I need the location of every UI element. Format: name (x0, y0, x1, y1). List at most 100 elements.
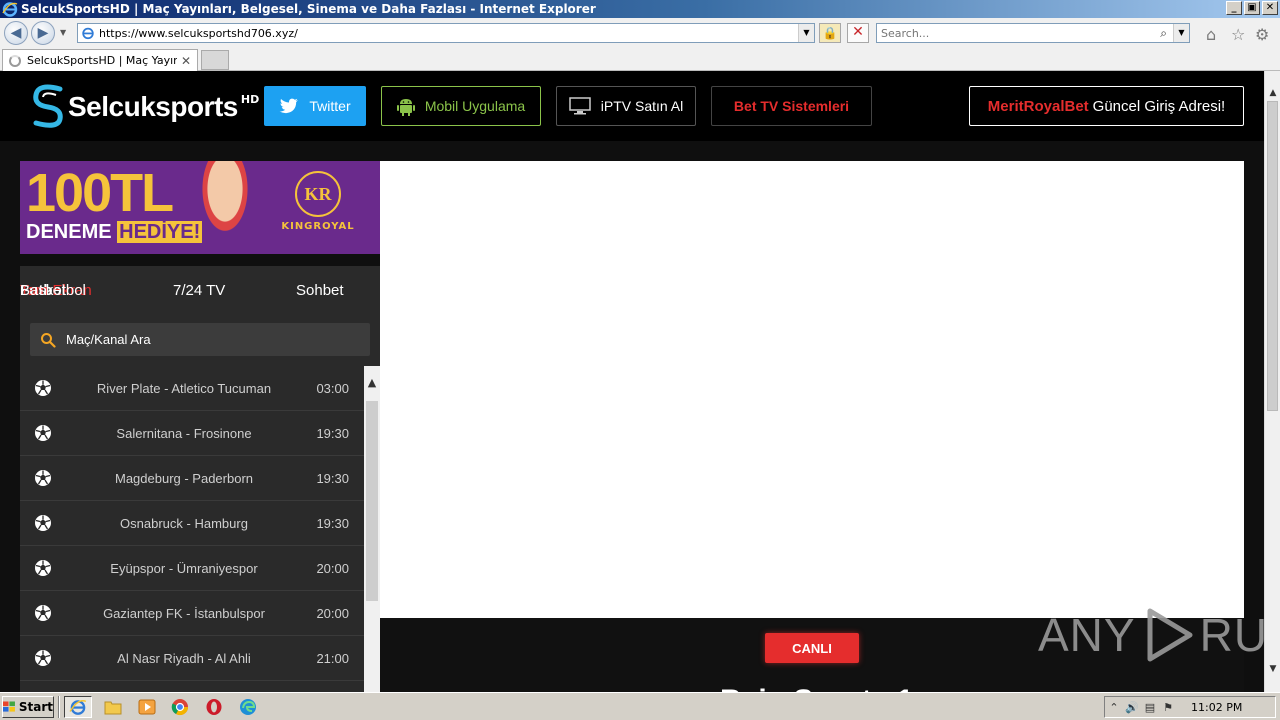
taskbar-chrome-button[interactable] (166, 696, 194, 718)
ie-icon (69, 700, 87, 715)
match-time: 19:30 (316, 515, 349, 531)
stop-button[interactable]: ✕ (847, 23, 869, 43)
volume-icon[interactable]: 🔊 (1123, 701, 1141, 714)
match-row[interactable]: Magdeburg - Paderborn 19:30 (20, 456, 364, 501)
taskbar-edge-button[interactable] (234, 696, 262, 718)
mobile-app-button[interactable]: Mobil Uygulama (381, 86, 541, 126)
match-sidebar: Futbol Tam Ekran Basketbol 7/24 TV Sohbe… (20, 266, 380, 692)
start-label: Start (18, 700, 53, 714)
match-search-field[interactable]: Maç/Kanal Ara (30, 323, 370, 356)
tab-title: SelcukSportsHD | Maç Yayınl... (27, 54, 177, 67)
action-center-flag-icon[interactable]: ⚑ (1159, 701, 1177, 714)
match-row[interactable]: Al Nasr Riyadh - Al Ahli 21:00 (20, 636, 364, 681)
logo-hd-badge: HD (240, 93, 260, 106)
edge-icon (240, 699, 256, 715)
new-tab-button[interactable] (201, 50, 229, 70)
scroll-down-arrow-icon[interactable]: ▼ (1265, 661, 1280, 677)
tray-expand-icon[interactable]: ⌃ (1105, 701, 1123, 714)
search-dropdown-icon[interactable]: ▼ (1173, 24, 1189, 42)
match-time: 20:00 (316, 560, 349, 576)
meritroyalbet-label: Güncel Giriş Adresi! (1092, 97, 1226, 115)
match-row[interactable]: Eyüpspor - Ümraniyespor 20:00 (20, 546, 364, 591)
twitter-bird-icon (279, 98, 299, 114)
search-icon (41, 332, 56, 348)
home-icon[interactable]: ⌂ (1206, 25, 1216, 44)
browser-tabbar: SelcukSportsHD | Maç Yayınl... ✕ (0, 48, 1280, 71)
kingroyal-banner-ad[interactable]: 100TL DENEME HEDİYE! KR KINGROYAL (20, 161, 380, 254)
meritroyalbet-button[interactable]: MeritRoyalBet Güncel Giriş Adresi! (969, 86, 1244, 126)
match-row[interactable] (20, 681, 364, 692)
banner-subtitle: DENEME HEDİYE! (26, 221, 203, 244)
taskbar-explorer-button[interactable] (99, 696, 127, 718)
match-search-placeholder: Maç/Kanal Ara (66, 332, 151, 347)
banner-subtitle-a: DENEME (26, 221, 112, 243)
page-scrollbar[interactable]: ▲ ▼ (1264, 71, 1280, 692)
logo-s-icon (33, 84, 63, 128)
sidebar-scroll-thumb[interactable] (366, 401, 378, 601)
start-button[interactable]: Start (2, 696, 54, 718)
address-dropdown-icon[interactable]: ▼ (798, 24, 814, 42)
forward-arrow-icon: ▶ (37, 25, 49, 41)
anyrun-watermark: ANY RUN (1038, 605, 1280, 665)
address-url[interactable]: https://www.selcuksportshd706.xyz/ (99, 27, 298, 40)
match-name: Gaziantep FK - İstanbulspor (103, 605, 265, 621)
search-icon[interactable]: ⌕ (1160, 26, 1167, 41)
media-player-icon (138, 699, 156, 715)
scroll-up-icon[interactable]: ▲ (364, 376, 380, 389)
gear-icon[interactable]: ⚙ (1255, 25, 1269, 44)
tab-chat[interactable]: Sohbet (296, 282, 344, 299)
watermark-left: ANY (1038, 609, 1136, 661)
logo-text: Selcuksports (68, 91, 238, 122)
minimize-button[interactable]: _ (1226, 1, 1242, 15)
sidebar-scrollbar[interactable]: ▲ (364, 366, 380, 692)
favorites-star-icon[interactable]: ☆ (1231, 25, 1245, 44)
close-window-button[interactable]: ✕ (1262, 1, 1278, 15)
twitter-button[interactable]: Twitter (264, 86, 366, 126)
tray-clock[interactable]: 11:02 PM (1191, 701, 1242, 714)
taskbar-media-button[interactable] (133, 696, 161, 718)
tab-close-icon[interactable]: ✕ (181, 54, 191, 68)
history-dropdown-icon[interactable]: ▼ (60, 28, 66, 37)
back-button[interactable]: ◀ (4, 21, 28, 45)
site-header: Selcuksports HD Twitter Mobil Uygulama i… (0, 71, 1264, 141)
kingroyal-crest-logo: KR KINGROYAL (268, 171, 368, 241)
back-arrow-icon: ◀ (10, 25, 22, 41)
football-icon (35, 470, 51, 486)
search-box[interactable]: ⌕ ▼ (876, 23, 1190, 43)
taskbar-opera-button[interactable] (200, 696, 228, 718)
android-icon (396, 99, 415, 116)
opera-icon (206, 699, 222, 715)
chrome-icon (171, 699, 189, 716)
site-logo[interactable]: Selcuksports HD (28, 81, 259, 131)
tab-basketbol[interactable]: Basketbol (20, 282, 86, 299)
bet-tv-button[interactable]: Bet TV Sistemleri (711, 86, 872, 126)
match-row[interactable]: River Plate - Atletico Tucuman 03:00 (20, 366, 364, 411)
search-input[interactable] (877, 26, 1147, 40)
match-row[interactable]: Gaziantep FK - İstanbulspor 20:00 (20, 591, 364, 636)
match-row[interactable]: Salernitana - Frosinone 19:30 (20, 411, 364, 456)
ie-icon (2, 2, 18, 17)
network-icon[interactable]: ▤ (1141, 701, 1159, 714)
loading-spinner-icon (9, 54, 21, 67)
play-triangle-icon (1147, 608, 1193, 662)
windows-taskbar: Start ⌃ 🔊 ▤ ⚑ 11:02 PM (0, 692, 1280, 720)
football-icon (35, 380, 51, 396)
scroll-up-arrow-icon[interactable]: ▲ (1265, 85, 1280, 101)
iptv-button[interactable]: iPTV Satın Al (556, 86, 696, 126)
address-bar[interactable]: https://www.selcuksportshd706.xyz/ ▼ (77, 23, 815, 43)
match-row[interactable]: Osnabruck - Hamburg 19:30 (20, 501, 364, 546)
window-title: SelcukSportsHD | Maç Yayınları, Belgesel… (21, 2, 596, 16)
taskbar-ie-button[interactable] (64, 696, 92, 718)
mobile-app-label: Mobil Uygulama (424, 98, 526, 114)
maximize-button[interactable]: ▣ (1244, 1, 1260, 15)
security-lock-icon[interactable]: 🔒 (819, 23, 841, 43)
meritroyalbet-brand: MeritRoyalBet (987, 97, 1089, 115)
browser-navbar: ◀ ▶ ▼ https://www.selcuksportshd706.xyz/… (0, 18, 1280, 48)
match-name: Salernitana - Frosinone (116, 425, 252, 441)
tab-247-tv[interactable]: 7/24 TV (173, 282, 225, 299)
forward-button[interactable]: ▶ (31, 21, 55, 45)
browser-tab[interactable]: SelcukSportsHD | Maç Yayınl... ✕ (2, 49, 198, 71)
live-badge-button[interactable]: CANLI (765, 633, 859, 663)
page-scroll-thumb[interactable] (1267, 101, 1278, 411)
video-player[interactable] (380, 161, 1244, 618)
